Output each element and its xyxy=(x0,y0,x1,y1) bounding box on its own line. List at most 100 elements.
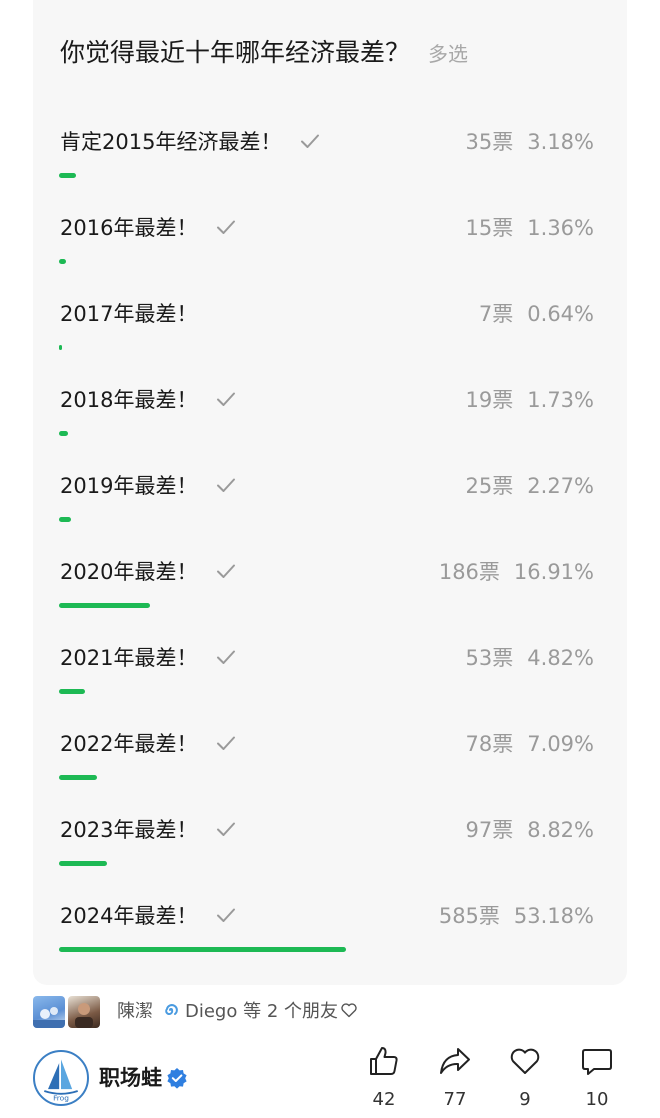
vote-count: 35票 xyxy=(465,130,514,154)
vote-count: 25票 xyxy=(465,474,514,498)
vote-percent: 1.36% xyxy=(527,216,594,240)
poll-option-stats: 97票 8.82% xyxy=(466,815,594,845)
thumbs-up-icon[interactable] xyxy=(367,1044,401,1078)
poll-option-label: 肯定2015年经济最差！ xyxy=(60,127,321,157)
share-count: 77 xyxy=(443,1089,467,1110)
author-name[interactable]: 职场蛙 xyxy=(99,1063,188,1093)
poll-card: 你觉得最近十年哪年经济最差？ 多选 肯定2015年经济最差！ 35票 3.18% 201… xyxy=(33,0,627,985)
vote-count: 585票 xyxy=(438,904,500,928)
poll-option-text: 2016年最差！ xyxy=(60,216,198,240)
heart-outline-icon[interactable] xyxy=(508,1044,542,1078)
vote-progress-bar xyxy=(59,947,346,952)
poll-option[interactable]: 2024年最差！ 585票 53.18% xyxy=(33,894,627,980)
favorite-count: 9 xyxy=(519,1089,531,1110)
poll-option[interactable]: 2023年最差！ 97票 8.82% xyxy=(33,808,627,894)
vote-percent: 0.64% xyxy=(527,302,594,326)
comment-bubble-icon[interactable] xyxy=(580,1044,614,1078)
vote-percent: 4.82% xyxy=(527,646,594,670)
vote-progress-bar xyxy=(59,517,71,522)
poll-option-stats: 35票 3.18% xyxy=(466,127,594,157)
vote-percent: 1.73% xyxy=(527,388,594,412)
check-icon xyxy=(215,818,237,840)
poll-option-text: 2024年最差！ xyxy=(60,904,198,928)
vote-count: 78票 xyxy=(465,732,514,756)
vote-progress-bar xyxy=(59,345,62,350)
check-icon xyxy=(215,560,237,582)
comment-button[interactable]: 10 xyxy=(567,1044,627,1112)
author-name-text[interactable]: 职场蛙 xyxy=(99,1066,162,1090)
poll-option-text: 2021年最差！ xyxy=(60,646,198,670)
poll-option-text: 2020年最差！ xyxy=(60,560,198,584)
vote-percent: 16.91% xyxy=(513,560,594,584)
check-icon xyxy=(299,130,321,152)
friend-avatar[interactable] xyxy=(33,996,65,1028)
poll-option[interactable]: 2020年最差！ 186票 16.91% xyxy=(33,550,627,636)
poll-option-stats: 585票 53.18% xyxy=(439,901,594,931)
vote-progress-bar xyxy=(59,689,85,694)
share-button[interactable]: 77 xyxy=(425,1044,485,1112)
poll-option[interactable]: 2021年最差！ 53票 4.82% xyxy=(33,636,627,722)
poll-option-stats: 186票 16.91% xyxy=(439,557,594,587)
poll-option[interactable]: 2019年最差！ 25票 2.27% xyxy=(33,464,627,550)
vote-progress-bar xyxy=(59,603,150,608)
vote-count: 7票 xyxy=(478,302,514,326)
poll-option-label: 2024年最差！ xyxy=(60,901,237,931)
poll-option[interactable]: 2017年最差！ 7票 0.64% xyxy=(33,292,627,378)
poll-option-label: 2023年最差！ xyxy=(60,815,237,845)
vote-progress-bar xyxy=(59,775,97,780)
like-button[interactable]: 42 xyxy=(354,1044,414,1112)
poll-option-stats: 15票 1.36% xyxy=(466,213,594,243)
author-avatar[interactable]: Frog xyxy=(33,1050,89,1106)
vote-progress-bar xyxy=(59,861,107,866)
poll-question: 你觉得最近十年哪年经济最差？ 多选 xyxy=(60,36,468,71)
heart-icon xyxy=(340,1001,358,1019)
poll-option-label: 2019年最差！ xyxy=(60,471,237,501)
check-icon xyxy=(215,732,237,754)
vote-count: 19票 xyxy=(465,388,514,412)
vote-progress-bar xyxy=(59,173,76,178)
poll-option[interactable]: 2016年最差！ 15票 1.36% xyxy=(33,206,627,292)
friend-name[interactable]: 陳潔 xyxy=(117,1001,153,1022)
check-icon xyxy=(215,216,237,238)
poll-option-stats: 25票 2.27% xyxy=(466,471,594,501)
vote-count: 186票 xyxy=(438,560,500,584)
vote-percent: 2.27% xyxy=(527,474,594,498)
poll-option-label: 2018年最差！ xyxy=(60,385,237,415)
poll-option[interactable]: 2018年最差！ 19票 1.73% xyxy=(33,378,627,464)
poll-option-label: 2017年最差！ xyxy=(60,299,197,329)
friend-avatar[interactable] xyxy=(68,996,100,1028)
poll-option-text: 2017年最差！ xyxy=(60,302,198,326)
poll-option[interactable]: 2022年最差！ 78票 7.09% xyxy=(33,722,627,808)
comment-count: 10 xyxy=(585,1089,609,1110)
poll-option-text: 2023年最差！ xyxy=(60,818,198,842)
spiral-emoji-icon xyxy=(161,1000,181,1020)
check-icon xyxy=(215,388,237,410)
poll-option-label: 2016年最差！ xyxy=(60,213,237,243)
friend-name[interactable]: Diego xyxy=(185,1001,237,1022)
poll-option-stats: 78票 7.09% xyxy=(466,729,594,759)
poll-option-text: 肯定2015年经济最差！ xyxy=(60,130,282,154)
poll-option-label: 2021年最差！ xyxy=(60,643,237,673)
check-icon xyxy=(215,904,237,926)
poll-mode-label: 多选 xyxy=(428,42,469,66)
like-count: 42 xyxy=(372,1089,396,1110)
poll-question-text: 你觉得最近十年哪年经济最差？ xyxy=(60,38,411,67)
author-logo-text: Frog xyxy=(53,1093,69,1102)
friends-liked-row[interactable]: 陳潔 Diego 等 2 个朋友 xyxy=(33,996,633,1028)
poll-option-label: 2020年最差！ xyxy=(60,557,237,587)
vote-percent: 3.18% xyxy=(527,130,594,154)
vote-progress-bar xyxy=(59,259,66,264)
vote-progress-bar xyxy=(59,431,68,436)
poll-option-stats: 53票 4.82% xyxy=(466,643,594,673)
poll-option-text: 2019年最差！ xyxy=(60,474,198,498)
friends-suffix: 等 2 个朋友 xyxy=(243,1001,339,1022)
poll-option[interactable]: 肯定2015年经济最差！ 35票 3.18% xyxy=(33,120,627,206)
favorite-button[interactable]: 9 xyxy=(495,1044,555,1112)
check-icon xyxy=(215,646,237,668)
poll-option-stats: 7票 0.64% xyxy=(479,299,594,329)
friends-text: 陳潔 Diego 等 2 个朋友 xyxy=(117,999,358,1025)
vote-count: 53票 xyxy=(465,646,514,670)
poll-option-stats: 19票 1.73% xyxy=(466,385,594,415)
share-arrow-icon[interactable] xyxy=(438,1044,472,1078)
verified-badge-icon xyxy=(166,1067,188,1089)
